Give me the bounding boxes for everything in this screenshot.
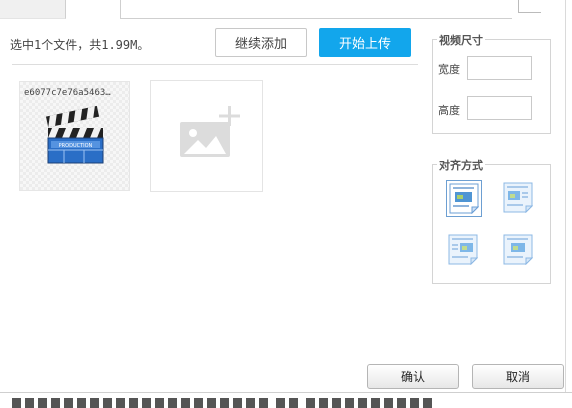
- underlying-page-text-fragment: [0, 392, 572, 408]
- clapperboard-caption: PRODUCTION: [59, 143, 93, 149]
- height-label: 高度: [438, 104, 460, 117]
- selection-status: 选中1个文件，共1.99M。: [10, 38, 150, 52]
- add-image-tile[interactable]: [150, 80, 263, 192]
- align-right-icon: [448, 234, 478, 265]
- film-clapperboard-icon: PRODUCTION: [45, 105, 104, 164]
- dialog-right-border: [565, 0, 566, 392]
- start-upload-button[interactable]: 开始上传: [319, 28, 411, 57]
- cancel-button[interactable]: 取消: [472, 364, 564, 389]
- align-none-icon: [449, 183, 479, 214]
- video-size-title: 视频尺寸: [437, 32, 485, 48]
- tab-stub: [0, 0, 66, 19]
- toolbar-divider: [12, 64, 418, 65]
- align-right-option[interactable]: [446, 232, 482, 269]
- height-input[interactable]: [467, 96, 532, 120]
- tab-divider: [120, 0, 121, 18]
- file-thumbnail[interactable]: e6077c7e76a5463… PRODUCTION: [19, 81, 130, 191]
- width-label: 宽度: [438, 63, 460, 76]
- align-left-icon: [503, 182, 533, 213]
- alignment-title: 对齐方式: [437, 157, 485, 173]
- confirm-button[interactable]: 确认: [367, 364, 459, 389]
- align-center-icon: [503, 234, 533, 265]
- width-input[interactable]: [467, 56, 532, 80]
- continue-add-button[interactable]: 继续添加: [215, 28, 307, 57]
- add-image-icon: [180, 106, 240, 157]
- alignment-panel: 对齐方式: [432, 157, 551, 284]
- align-center-option[interactable]: [501, 232, 537, 269]
- file-name: e6077c7e76a5463…: [24, 88, 111, 98]
- video-size-panel: 视频尺寸 宽度 高度: [432, 32, 551, 134]
- window-corner: [518, 0, 541, 13]
- align-none-option[interactable]: [446, 180, 482, 217]
- align-left-option[interactable]: [501, 180, 537, 217]
- top-border: [120, 18, 512, 19]
